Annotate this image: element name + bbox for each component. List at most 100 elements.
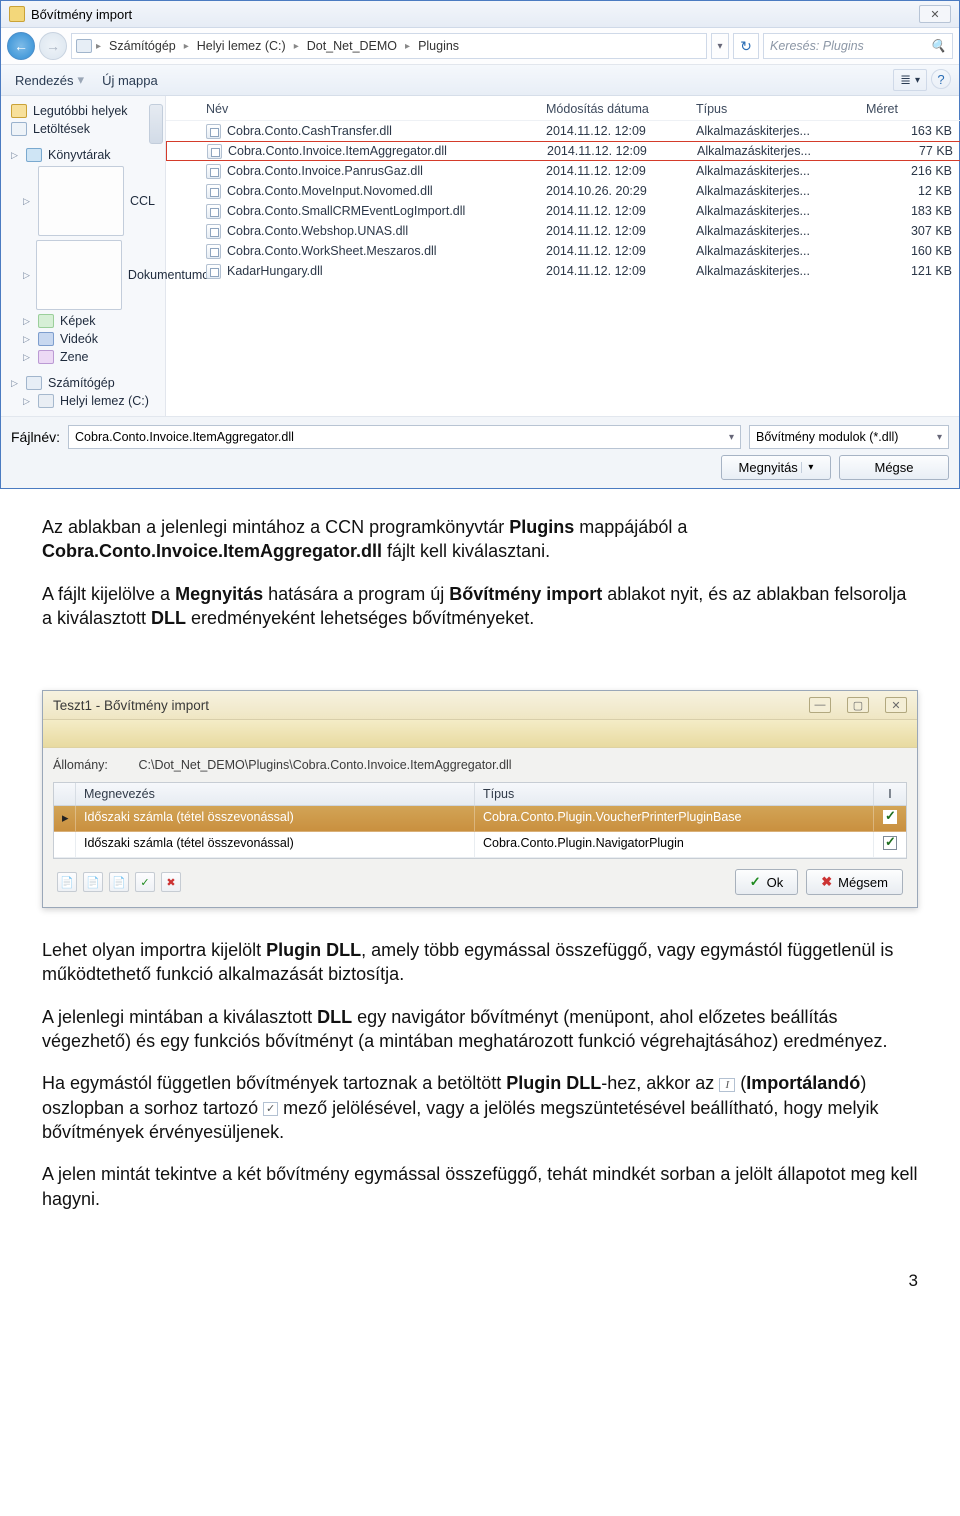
import-checkbox[interactable] [874, 832, 906, 858]
tool-icon[interactable]: 📄 [57, 872, 77, 892]
filename-input[interactable]: Cobra.Conto.Invoice.ItemAggregator.dll ▾ [68, 425, 741, 449]
col-type[interactable]: Típus [696, 102, 866, 116]
file-row[interactable]: Cobra.Conto.CashTransfer.dll2014.11.12. … [166, 121, 960, 141]
paragraph: A jelenlegi mintában a kiválasztott DLL … [42, 1005, 918, 1054]
new-folder-button[interactable]: Új mappa [96, 71, 164, 90]
tool-icon[interactable]: ✓ [135, 872, 155, 892]
expand-icon[interactable]: ▷ [23, 352, 32, 363]
file-type: Alkalmazáskiterjes... [696, 164, 866, 178]
file-row[interactable]: KadarHungary.dll2014.11.12. 12:09Alkalma… [166, 261, 960, 281]
nav-back-button[interactable]: ← [7, 32, 35, 60]
column-headers[interactable]: Név Módosítás dátuma Típus Méret [166, 96, 960, 121]
music-icon [38, 350, 54, 364]
sidebar-item-drive[interactable]: ▷Helyi lemez (C:) [9, 392, 165, 410]
tool-icon[interactable]: 📄 [109, 872, 129, 892]
file-name: Cobra.Conto.SmallCRMEventLogImport.dll [227, 204, 465, 218]
dll-icon [206, 224, 221, 239]
col-size[interactable]: Méret [866, 102, 960, 116]
file-row[interactable]: Cobra.Conto.MoveInput.Novomed.dll2014.10… [166, 181, 960, 201]
chevron-right-icon: ▸ [96, 41, 101, 52]
maximize-icon[interactable]: ▢ [847, 697, 869, 713]
sidebar-item-recent[interactable]: Legutóbbi helyek [9, 102, 165, 120]
file-path-row: Állomány: C:\Dot_Net_DEMO\Plugins\Cobra.… [53, 758, 907, 772]
view-mode-button[interactable]: ≣ ▾ [893, 69, 927, 91]
dialog-footer: Fájlnév: Cobra.Conto.Invoice.ItemAggrega… [1, 416, 959, 488]
cancel-button[interactable]: ✖Mégsem [806, 869, 903, 895]
expand-icon[interactable]: ▷ [23, 196, 32, 207]
file-size: 307 KB [866, 224, 960, 238]
breadcrumb-dropdown[interactable]: ▾ [711, 33, 729, 59]
col-modified[interactable]: Módosítás dátuma [546, 102, 696, 116]
file-size: 163 KB [866, 124, 960, 138]
paragraph: A jelen mintát tekintve a két bővítmény … [42, 1162, 918, 1211]
col-import[interactable]: I [874, 783, 906, 805]
col-name[interactable]: Név [206, 102, 546, 116]
col-name[interactable]: Megnevezés [76, 783, 475, 805]
plugin-row[interactable]: Időszaki számla (tétel összevonással)Cob… [54, 832, 906, 858]
plugin-row[interactable]: ▸Időszaki számla (tétel összevonással)Co… [54, 806, 906, 832]
file-row[interactable]: Cobra.Conto.Invoice.PanrusGaz.dll2014.11… [166, 161, 960, 181]
sidebar-item-lib[interactable]: ▷Dokumentumok [9, 238, 165, 312]
expand-icon[interactable]: ▷ [23, 396, 32, 407]
cancel-button[interactable]: Mégse [839, 455, 949, 480]
file-list: Név Módosítás dátuma Típus Méret Cobra.C… [166, 96, 960, 416]
chevron-down-icon[interactable]: ▾ [729, 432, 734, 443]
file-name: Cobra.Conto.MoveInput.Novomed.dll [227, 184, 433, 198]
sidebar-item-libraries[interactable]: ▷Könyvtárak [9, 146, 165, 164]
paragraph: Ha egymástól független bővítmények tarto… [42, 1071, 918, 1144]
file-row[interactable]: Cobra.Conto.Invoice.ItemAggregator.dll20… [166, 141, 960, 161]
ok-button[interactable]: ✓Ok [735, 869, 799, 895]
sidebar-item-lib[interactable]: ▷Videók [9, 330, 165, 348]
page-number: 3 [0, 1271, 960, 1291]
nav-forward-button[interactable]: → [39, 32, 67, 60]
scrollbar-thumb[interactable] [149, 104, 163, 144]
file-open-dialog: Bővítmény import ✕ ← → ▸ Számítógép ▸ He… [0, 0, 960, 489]
file-row[interactable]: Cobra.Conto.SmallCRMEventLogImport.dll20… [166, 201, 960, 221]
window-titlebar: Teszt1 - Bővítmény import — ▢ ✕ [43, 691, 917, 720]
file-name: Cobra.Conto.Webshop.UNAS.dll [227, 224, 408, 238]
sidebar-item-lib[interactable]: ▷CCL [9, 164, 165, 238]
search-placeholder: Keresés: Plugins [770, 39, 864, 53]
col-type[interactable]: Típus [475, 783, 874, 805]
chevron-down-icon: ▾ [937, 432, 942, 443]
file-size: 77 KB [867, 144, 960, 158]
filetype-select[interactable]: Bővítmény modulok (*.dll) ▾ [749, 425, 949, 449]
grid-header[interactable]: Megnevezés Típus I [54, 783, 906, 806]
expand-icon[interactable]: ▷ [23, 316, 32, 327]
cross-icon: ✖ [821, 874, 832, 890]
sidebar-item-lib[interactable]: ▷Képek [9, 312, 165, 330]
breadcrumb-item[interactable]: Helyi lemez (C:) [193, 39, 290, 53]
chevron-right-icon: ▸ [184, 41, 189, 52]
library-icon [26, 148, 42, 162]
sidebar-item-lib[interactable]: ▷Zene [9, 348, 165, 366]
organize-menu[interactable]: Rendezés ▾ [9, 70, 90, 90]
sidebar-item-computer[interactable]: ▷Számítógép [9, 374, 165, 392]
file-name: Cobra.Conto.Invoice.ItemAggregator.dll [228, 144, 447, 158]
folder-icon [38, 166, 124, 236]
tool-icon[interactable]: 📄 [83, 872, 103, 892]
import-checkbox[interactable] [874, 806, 906, 832]
breadcrumb-item[interactable]: Számítógép [105, 39, 180, 53]
sidebar: Legutóbbi helyek Letöltések ▷Könyvtárak … [1, 96, 166, 416]
file-row[interactable]: Cobra.Conto.WorkSheet.Meszaros.dll2014.1… [166, 241, 960, 261]
sidebar-item-downloads[interactable]: Letöltések [9, 120, 165, 138]
close-icon[interactable]: ✕ [919, 5, 951, 23]
search-input[interactable]: Keresés: Plugins 🔍 [763, 33, 953, 59]
expand-icon[interactable]: ▷ [11, 378, 20, 389]
refresh-button[interactable]: ↻ [733, 33, 759, 59]
expand-icon[interactable]: ▷ [11, 150, 20, 161]
breadcrumb-item[interactable]: Dot_Net_DEMO [303, 39, 401, 53]
tool-icon[interactable]: ✖ [161, 872, 181, 892]
expand-icon[interactable]: ▷ [23, 334, 32, 345]
minimize-icon[interactable]: — [809, 697, 831, 713]
breadcrumb[interactable]: ▸ Számítógép ▸ Helyi lemez (C:) ▸ Dot_Ne… [71, 33, 707, 59]
paragraph: Lehet olyan importra kijelölt Plugin DLL… [42, 938, 918, 987]
close-icon[interactable]: ✕ [885, 697, 907, 713]
open-button[interactable]: Megnyitás ▾ [721, 455, 831, 480]
chevron-right-icon: ▸ [405, 41, 410, 52]
file-row[interactable]: Cobra.Conto.Webshop.UNAS.dll2014.11.12. … [166, 221, 960, 241]
expand-icon[interactable]: ▷ [23, 270, 30, 281]
dll-icon [207, 144, 222, 159]
help-button[interactable]: ? [931, 69, 951, 89]
breadcrumb-item[interactable]: Plugins [414, 39, 463, 53]
